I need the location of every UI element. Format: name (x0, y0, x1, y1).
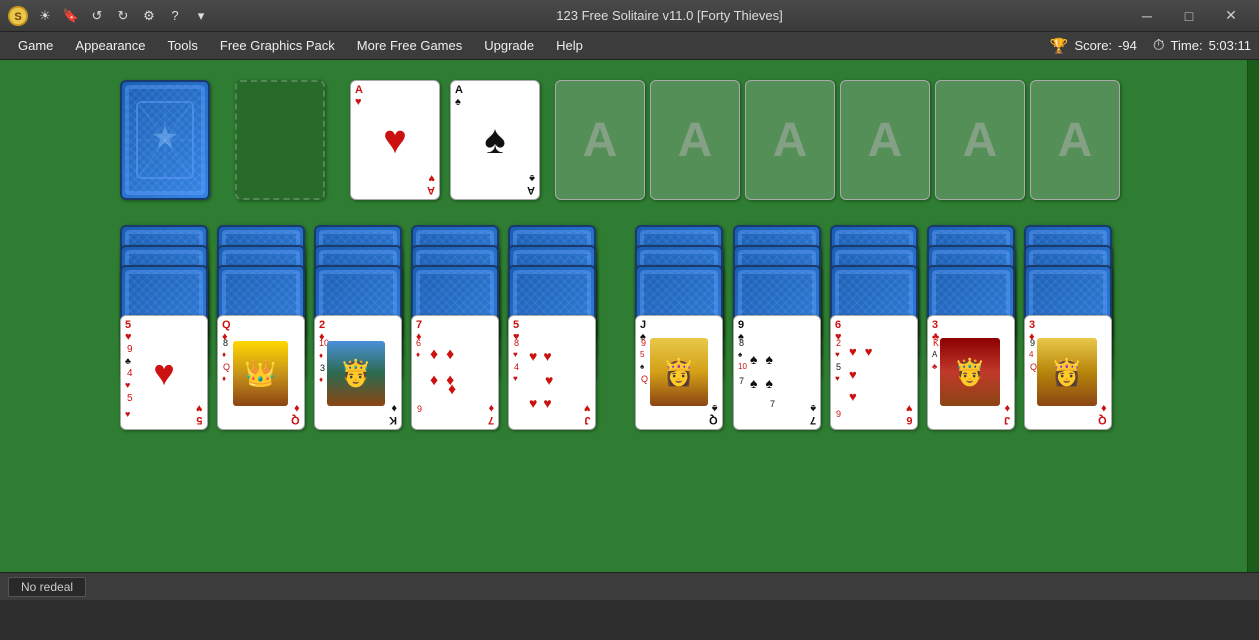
scrollbar-right (1247, 60, 1259, 572)
tableau-col4-top[interactable]: 7♦ 6 ♦ ♦ ♦ ♦ ♦ ♦ 9 7♦ (411, 315, 499, 430)
waste-pile[interactable] (235, 80, 325, 200)
minimize-button[interactable]: ─ (1127, 2, 1167, 30)
foundation-3[interactable]: A (555, 80, 645, 200)
foundation-5[interactable]: A (745, 80, 835, 200)
foundation-8[interactable]: A (1030, 80, 1120, 200)
app-icon: S (8, 6, 28, 26)
tableau-col9-top[interactable]: 3♣ K A ♣ 🤴 J♦ (927, 315, 1015, 430)
score-label: Score: (1074, 38, 1112, 53)
svg-text:S: S (14, 11, 21, 23)
title-text: 123 Free Solitaire v11.0 [Forty Thieves] (212, 8, 1127, 23)
time-label: Time: (1171, 38, 1203, 53)
title-bar: S ☀ 🔖 ↺ ↻ ⚙ ? ▾ 123 Free Solitaire v11.0… (0, 0, 1259, 32)
menu-free-graphics-pack[interactable]: Free Graphics Pack (210, 34, 345, 57)
menu-tools[interactable]: Tools (158, 34, 208, 57)
window-controls: ─ □ ✕ (1127, 2, 1251, 30)
menu-bar: Game Appearance Tools Free Graphics Pack… (0, 32, 1259, 60)
menu-appearance[interactable]: Appearance (65, 34, 155, 57)
qa-more[interactable]: ▾ (190, 5, 212, 27)
menu-help[interactable]: Help (546, 34, 593, 57)
menu-upgrade[interactable]: Upgrade (474, 34, 544, 57)
foundation-2[interactable]: A♠ ♠ A♠ (450, 80, 540, 200)
tableau-col1-top[interactable]: 5♥ 9 ♣ 4 ♥ ♥ 5 ♥ 5♥ (120, 315, 208, 430)
maximize-button[interactable]: □ (1169, 2, 1209, 30)
tableau-col6-top[interactable]: J♠ 9 5 ♠ Q 👸 Q♠ (635, 315, 723, 430)
tableau-col10-top[interactable]: 3♦ 9 4 Q 👸 Q♦ (1024, 315, 1112, 430)
time-value: 5:03:11 (1209, 38, 1251, 53)
quick-access: ☀ 🔖 ↺ ↻ ⚙ ? ▾ (34, 5, 212, 27)
foundation-1[interactable]: A♥ ♥ A♥ (350, 80, 440, 200)
tableau-col5-top[interactable]: 5♥ 8 ♥ 4 ♥ ♥ ♥ ♥ ♥ ♥ J♥ (508, 315, 596, 430)
foundation-6[interactable]: A (840, 80, 930, 200)
game-area: ★ A♥ ♥ A♥ A♠ ♠ A♠ A A A A A (0, 60, 1259, 572)
scrollbar-bottom-corner (1239, 573, 1251, 600)
title-bar-left: S ☀ 🔖 ↺ ↻ ⚙ ? ▾ (8, 5, 212, 27)
menu-more-free-games[interactable]: More Free Games (347, 34, 472, 57)
qa-redo[interactable]: ↻ (112, 5, 134, 27)
foundation-4[interactable]: A (650, 80, 740, 200)
tableau-col3-top[interactable]: 2♦ 10 ♦ 3 ♦ 🤴 K♦ (314, 315, 402, 430)
qa-help[interactable]: ? (164, 5, 186, 27)
tableau-col2-top[interactable]: Q♦ 8 ♦ Q ♦ 👑 Q♦ (217, 315, 305, 430)
tableau-col8-top[interactable]: 6♥ 2 ♥ 5 ♥ ♥ ♥ ♥ ♥ 9 6♥ (830, 315, 918, 430)
qa-undo[interactable]: ↺ (86, 5, 108, 27)
score-display: 🏆 Score: -94 (1050, 37, 1137, 55)
status-bar: No redeal (0, 572, 1259, 600)
qa-settings[interactable]: ⚙ (138, 5, 160, 27)
menu-game[interactable]: Game (8, 34, 63, 57)
close-button[interactable]: ✕ (1211, 2, 1251, 30)
status-text: No redeal (8, 577, 86, 597)
foundation-7[interactable]: A (935, 80, 1025, 200)
score-value: -94 (1118, 38, 1137, 53)
time-display: ⏱ Time: 5:03:11 (1153, 37, 1251, 54)
tableau-col7-top[interactable]: 9♠ 8 ♠ 10 7 ♠ ♠ ♠ ♠ 7 7♠ (733, 315, 821, 430)
qa-bookmark[interactable]: 🔖 (60, 5, 82, 27)
stock-pile[interactable]: ★ (120, 80, 210, 200)
qa-sun[interactable]: ☀ (34, 5, 56, 27)
